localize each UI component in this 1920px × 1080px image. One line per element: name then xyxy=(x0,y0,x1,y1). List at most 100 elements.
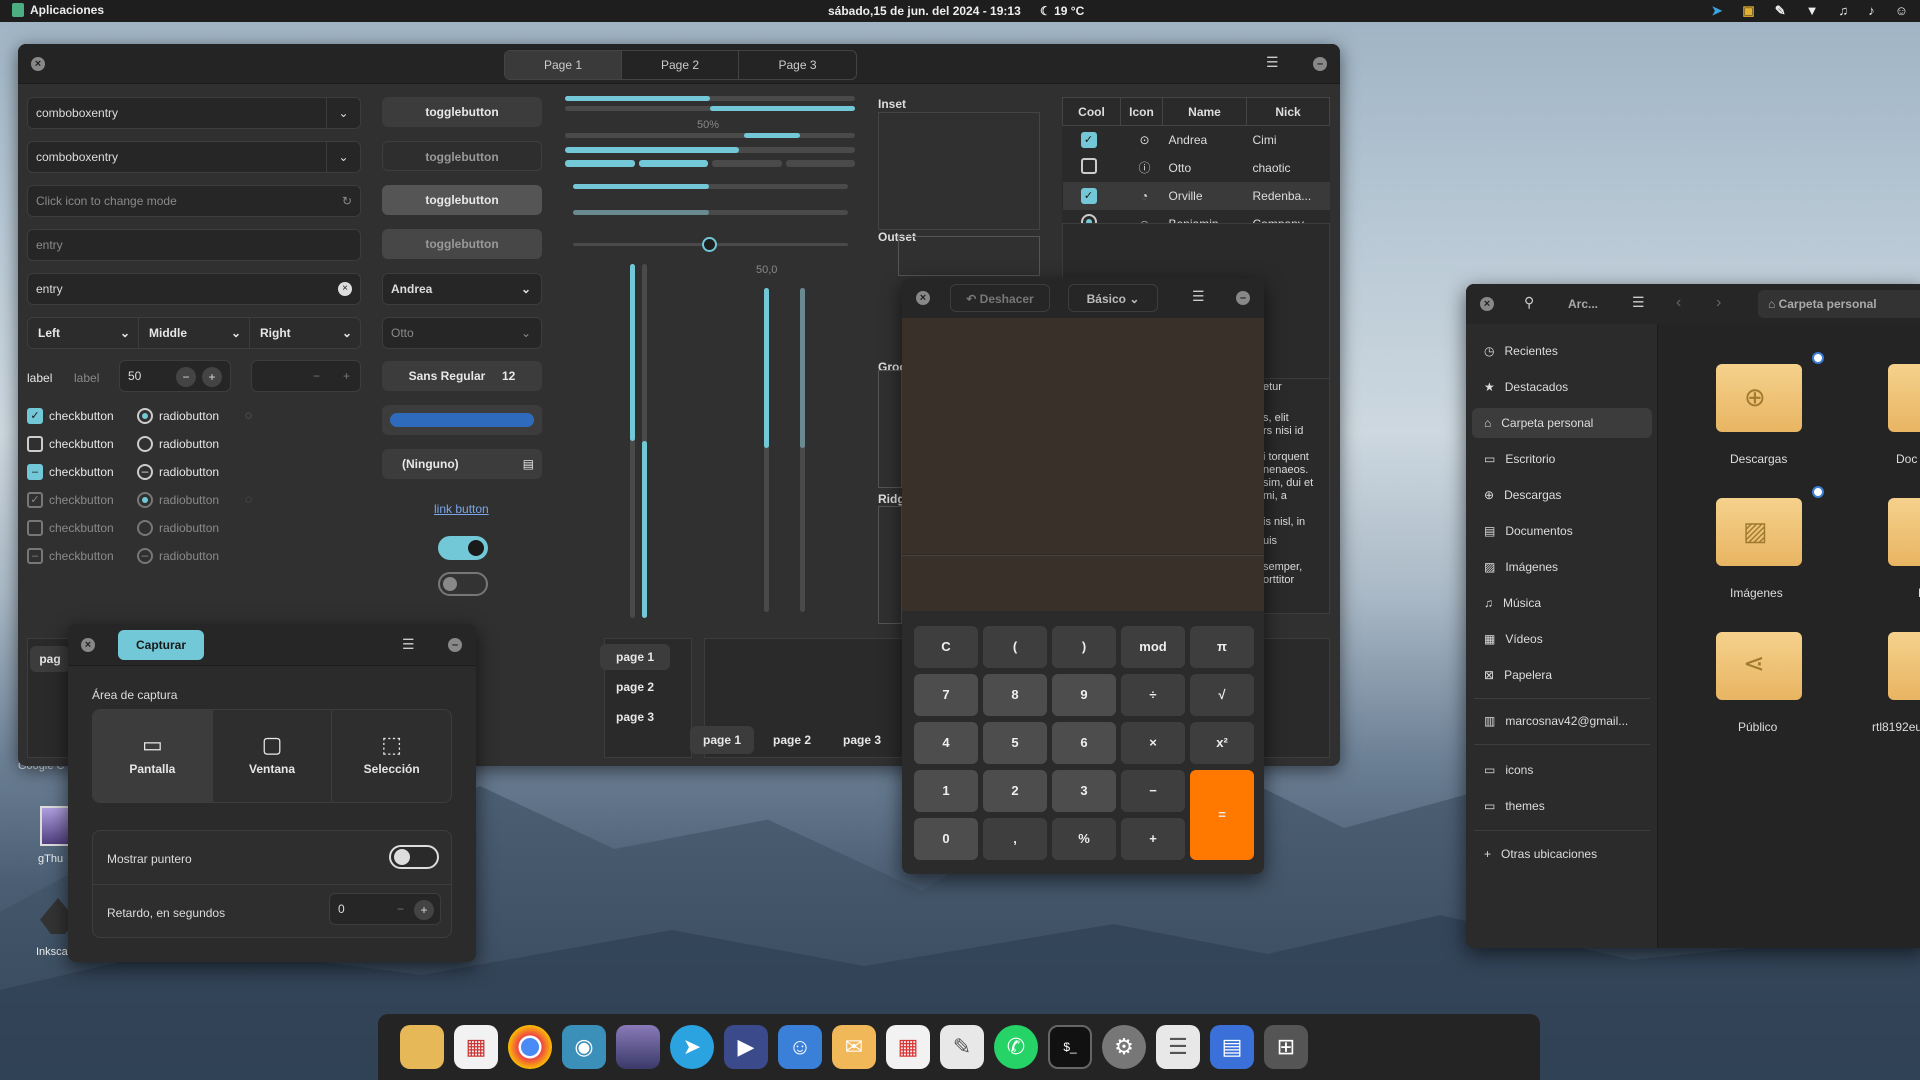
folder-rtl8192eu[interactable] xyxy=(1888,632,1920,700)
sidebar-item-carpeta-personal[interactable]: ⌂ Carpeta personal xyxy=(1472,408,1652,438)
calc-key[interactable]: 7 xyxy=(914,674,978,716)
calc-key[interactable]: 1 xyxy=(914,770,978,812)
vtab-page-3[interactable]: page 3 xyxy=(600,704,670,730)
calc-key[interactable]: 2 xyxy=(983,770,1047,812)
folder-publico[interactable]: ⋖ xyxy=(1716,632,1802,700)
col-icon[interactable]: Icon xyxy=(1120,97,1163,126)
calc-key[interactable]: × xyxy=(1121,722,1185,764)
clock[interactable]: sábado,15 de jun. del 2024 - 19:13 xyxy=(828,4,1021,18)
close-icon[interactable]: × xyxy=(916,291,930,305)
sidebar-item-videos[interactable]: ▦ Vídeos xyxy=(1472,624,1652,654)
close-icon[interactable]: × xyxy=(31,57,45,71)
calc-key[interactable]: + xyxy=(1121,818,1185,860)
sidebar-item-account[interactable]: ▥ marcosnav42@gmail... xyxy=(1472,706,1652,736)
calc-key[interactable]: 9 xyxy=(1052,674,1116,716)
folder-musica[interactable] xyxy=(1888,498,1920,566)
contacts-dock-icon[interactable]: ☺ xyxy=(778,1025,822,1069)
video-dock-icon[interactable]: ▶ xyxy=(724,1025,768,1069)
tray-app-icon[interactable]: ▣ xyxy=(1742,3,1754,19)
spin-button-empty[interactable]: − + xyxy=(251,360,361,392)
entry-2[interactable]: entry × xyxy=(27,273,361,305)
sidebar-item-destacados[interactable]: ★ Destacados xyxy=(1472,372,1652,402)
software-dock-icon[interactable]: ▦ xyxy=(454,1025,498,1069)
refresh-icon[interactable]: ↻ xyxy=(342,186,352,216)
calc-key[interactable]: C xyxy=(914,626,978,668)
bell-icon[interactable]: ♫ xyxy=(1838,3,1848,19)
calc-key[interactable]: π xyxy=(1190,626,1254,668)
chevron-down-icon[interactable]: ⌄ xyxy=(326,142,360,172)
calc-key[interactable]: ( xyxy=(983,626,1047,668)
font-button[interactable]: Sans Regular 12 xyxy=(382,361,542,391)
mode-entry[interactable]: Click icon to change mode ↻ xyxy=(27,185,361,217)
radiobutton-3[interactable]: – radiobutton xyxy=(137,464,219,480)
folder-imagenes[interactable]: ▨ xyxy=(1716,498,1802,566)
table-row[interactable]: ✓ ⊙ Andrea Cimi xyxy=(1063,126,1330,154)
mail-dock-icon[interactable]: ✉ xyxy=(832,1025,876,1069)
menu-icon[interactable]: ☰ xyxy=(402,636,415,653)
minimize-icon[interactable]: – xyxy=(1236,291,1250,305)
sidebar-item-icons[interactable]: ▭ icons xyxy=(1472,755,1652,785)
pointer-switch[interactable] xyxy=(389,845,439,869)
sidebar-item-descargas[interactable]: ⊕ Descargas xyxy=(1472,480,1652,510)
mode-seleccion[interactable]: ⬚ Selección xyxy=(332,710,451,802)
close-icon[interactable]: × xyxy=(1480,297,1494,311)
htab-page-2[interactable]: page 2 xyxy=(760,726,824,754)
plus-icon[interactable]: + xyxy=(202,367,222,387)
text-editor-dock-icon[interactable]: ✎ xyxy=(940,1025,984,1069)
settings-dock-icon[interactable]: ⚙ xyxy=(1102,1025,1146,1069)
folder-descargas[interactable]: ⊕ xyxy=(1716,364,1802,432)
calc-key[interactable]: − xyxy=(1121,770,1185,812)
checkbutton-3[interactable]: – checkbutton xyxy=(27,464,114,480)
sidebar-item-papelera[interactable]: ⊠ Papelera xyxy=(1472,660,1652,690)
terminal-dock-icon[interactable]: $_ xyxy=(1048,1025,1092,1069)
calculator-dock-icon[interactable]: ⊞ xyxy=(1264,1025,1308,1069)
link-button[interactable]: link button xyxy=(434,502,489,516)
equals-button[interactable]: = xyxy=(1190,770,1254,860)
clear-icon[interactable]: × xyxy=(338,282,352,296)
screenshot-dock-icon[interactable]: ◉ xyxy=(562,1025,606,1069)
archive-dock-icon[interactable]: ▤ xyxy=(1210,1025,1254,1069)
checkbutton-1[interactable]: ✓ checkbutton xyxy=(27,408,114,424)
calc-key[interactable]: x² xyxy=(1190,722,1254,764)
calc-key[interactable]: 8 xyxy=(983,674,1047,716)
col-nick[interactable]: Nick xyxy=(1246,97,1330,126)
music-icon[interactable]: ♪ xyxy=(1868,3,1875,19)
telegram-dock-icon[interactable]: ➤ xyxy=(670,1025,714,1069)
mode-pantalla[interactable]: ▭ Pantalla xyxy=(93,710,213,802)
calc-key[interactable]: mod xyxy=(1121,626,1185,668)
scale-knob[interactable] xyxy=(702,237,717,252)
seg-middle[interactable]: Middle ⌄ xyxy=(139,318,250,348)
mode-dropdown[interactable]: Básico ⌄ xyxy=(1068,284,1158,312)
delay-spin[interactable]: 0− + xyxy=(329,893,441,925)
telegram-tray-icon[interactable]: ➤ xyxy=(1711,3,1722,19)
spin-button[interactable]: 50− + xyxy=(119,360,231,392)
seg-left[interactable]: Left ⌄ xyxy=(28,318,139,348)
undo-button[interactable]: ↶ Deshacer xyxy=(950,284,1050,312)
combobox-entry-2[interactable]: comboboxentry ⌄ xyxy=(27,141,361,173)
togglebutton-3[interactable]: togglebutton xyxy=(382,185,542,215)
calc-key[interactable]: 4 xyxy=(914,722,978,764)
text-view[interactable]: etur s, elit rs nisi id i torquent nenaeos. s… xyxy=(1258,378,1330,614)
togglebutton-2[interactable]: togglebutton xyxy=(382,141,542,171)
htab-page-3[interactable]: page 3 xyxy=(830,726,894,754)
switch-on[interactable] xyxy=(438,536,488,560)
minus-icon[interactable]: − xyxy=(176,367,196,387)
radiobutton-1[interactable]: radiobutton xyxy=(137,408,219,424)
mode-ventana[interactable]: ▢ Ventana xyxy=(213,710,333,802)
chevron-down-icon[interactable]: ⌄ xyxy=(326,98,360,128)
switch-off[interactable] xyxy=(438,572,488,596)
image-viewer-dock-icon[interactable] xyxy=(616,1025,660,1069)
whatsapp-dock-icon[interactable]: ✆ xyxy=(994,1025,1038,1069)
table-row[interactable]: ⓘ Otto chaotic xyxy=(1063,154,1330,182)
wifi-icon[interactable]: ▼ xyxy=(1806,3,1819,19)
file-chooser-button[interactable]: (Ninguno) ▤ xyxy=(382,449,542,479)
calc-key[interactable]: 0 xyxy=(914,818,978,860)
forward-icon[interactable]: › xyxy=(1716,294,1721,312)
col-name[interactable]: Name xyxy=(1162,97,1247,126)
menu-icon[interactable]: ☰ xyxy=(1266,54,1279,71)
capture-button[interactable]: Capturar xyxy=(118,630,204,660)
calc-entry[interactable] xyxy=(902,555,1264,611)
entry-1[interactable]: entry xyxy=(27,229,361,261)
weather[interactable]: ☾ 19 °C xyxy=(1040,4,1084,18)
chrome-dock-icon[interactable] xyxy=(508,1025,552,1069)
